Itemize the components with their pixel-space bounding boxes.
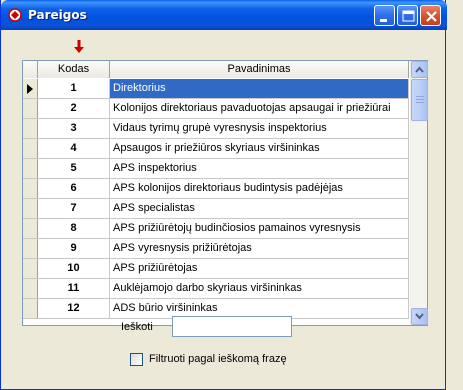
table-row[interactable]: 9 APS vyresnysis prižiūrėtojas <box>23 239 409 259</box>
scroll-down-button[interactable] <box>411 308 428 325</box>
pareigos-window: Pareigos Kodas Pavadinimas 1 Direktorius 2… <box>0 0 447 390</box>
maximize-button[interactable] <box>397 5 418 26</box>
filter-checkbox-label[interactable]: Filtruoti pagal ieškomą frazę <box>149 353 287 365</box>
table-row[interactable]: 2 Kolonijos direktoriaus pavaduotojas aps… <box>23 99 409 119</box>
row-indicator <box>23 79 38 98</box>
scroll-up-icon <box>415 66 424 73</box>
vertical-scrollbar[interactable] <box>410 61 428 325</box>
minimize-icon <box>380 19 387 22</box>
cell-pavadinimas[interactable]: Direktorius <box>110 79 409 98</box>
cell-kodas[interactable]: 10 <box>38 259 110 278</box>
cell-kodas[interactable]: 6 <box>38 179 110 198</box>
table-row[interactable]: 1 Direktorius <box>23 79 409 99</box>
close-button[interactable] <box>420 5 441 26</box>
client-area: Kodas Pavadinimas 1 Direktorius 2 Kolonijos… <box>4 30 443 387</box>
row-indicator <box>23 259 38 278</box>
cell-kodas[interactable]: 9 <box>38 239 110 258</box>
row-indicator <box>23 139 38 158</box>
cell-pavadinimas[interactable]: APS prižiūrėtojų budinčiosios pamainos v… <box>110 219 409 238</box>
cell-pavadinimas[interactable]: APS specialistas <box>110 199 409 218</box>
cell-pavadinimas[interactable]: APS inspektorius <box>110 159 409 178</box>
row-indicator <box>23 159 38 178</box>
scroll-down-icon <box>415 313 424 320</box>
cell-kodas[interactable]: 8 <box>38 219 110 238</box>
grid-rows: 1 Direktorius 2 Kolonijos direktoriaus pava… <box>23 79 409 319</box>
row-indicator <box>23 299 38 318</box>
table-row[interactable]: 8 APS prižiūrėtojų budinčiosios pamainos … <box>23 219 409 239</box>
close-icon <box>426 11 437 22</box>
cell-kodas[interactable]: 11 <box>38 279 110 298</box>
row-indicator <box>23 239 38 258</box>
cell-kodas[interactable]: 7 <box>38 199 110 218</box>
table-row[interactable]: 6 APS kolonijos direktoriaus budintysis p… <box>23 179 409 199</box>
cell-pavadinimas[interactable]: APS kolonijos direktoriaus budintysis pa… <box>110 179 409 198</box>
app-icon <box>8 8 22 22</box>
table-row[interactable]: 10 APS prižiūrėtojas <box>23 259 409 279</box>
cell-pavadinimas[interactable]: APS vyresnysis prižiūrėtojas <box>110 239 409 258</box>
table-row[interactable]: 11 Auklėjamojo darbo skyriaus viršininkas <box>23 279 409 299</box>
table-row[interactable]: 5 APS inspektorius <box>23 159 409 179</box>
title-bar[interactable]: Pareigos <box>1 0 447 30</box>
column-header-kodas[interactable]: Kodas <box>38 61 110 78</box>
search-label: Ieškoti <box>121 321 153 333</box>
cell-pavadinimas[interactable]: Auklėjamojo darbo skyriaus viršininkas <box>110 279 409 298</box>
row-indicator <box>23 219 38 238</box>
row-indicator <box>23 99 38 118</box>
filter-checkbox[interactable] <box>130 353 143 366</box>
grid-header: Kodas Pavadinimas <box>23 61 409 78</box>
cell-kodas[interactable]: 2 <box>38 99 110 118</box>
cell-pavadinimas[interactable]: Vidaus tyrimų grupė vyresnysis inspektor… <box>110 119 409 138</box>
minimize-button[interactable] <box>374 5 395 26</box>
row-indicator <box>23 179 38 198</box>
cell-pavadinimas[interactable]: APS prižiūrėtojas <box>110 259 409 278</box>
current-row-arrow-icon <box>27 84 33 94</box>
scroll-up-button[interactable] <box>411 61 428 78</box>
pareigos-grid[interactable]: Kodas Pavadinimas 1 Direktorius 2 Kolonijos… <box>22 60 428 326</box>
column-header-pavadinimas[interactable]: Pavadinimas <box>110 61 409 78</box>
cell-kodas[interactable]: 4 <box>38 139 110 158</box>
cell-kodas[interactable]: 1 <box>38 79 110 98</box>
sort-arrow-icon[interactable] <box>73 39 85 55</box>
cell-pavadinimas[interactable]: Kolonijos direktoriaus pavaduotojas apsa… <box>110 99 409 118</box>
row-indicator <box>23 199 38 218</box>
row-indicator <box>23 279 38 298</box>
row-indicator <box>23 119 38 138</box>
table-row[interactable]: 3 Vidaus tyrimų grupė vyresnysis inspekto… <box>23 119 409 139</box>
cell-pavadinimas[interactable]: Apsaugos ir priežiūros skyriaus viršinin… <box>110 139 409 158</box>
cell-kodas[interactable]: 12 <box>38 299 110 318</box>
header-indicator <box>23 61 38 78</box>
table-row[interactable]: 7 APS specialistas <box>23 199 409 219</box>
maximize-icon <box>402 10 415 22</box>
cell-kodas[interactable]: 5 <box>38 159 110 178</box>
cell-kodas[interactable]: 3 <box>38 119 110 138</box>
search-input[interactable] <box>172 316 292 337</box>
scroll-thumb[interactable] <box>411 79 428 121</box>
window-title: Pareigos <box>28 8 87 22</box>
table-row[interactable]: 4 Apsaugos ir priežiūros skyriaus viršini… <box>23 139 409 159</box>
